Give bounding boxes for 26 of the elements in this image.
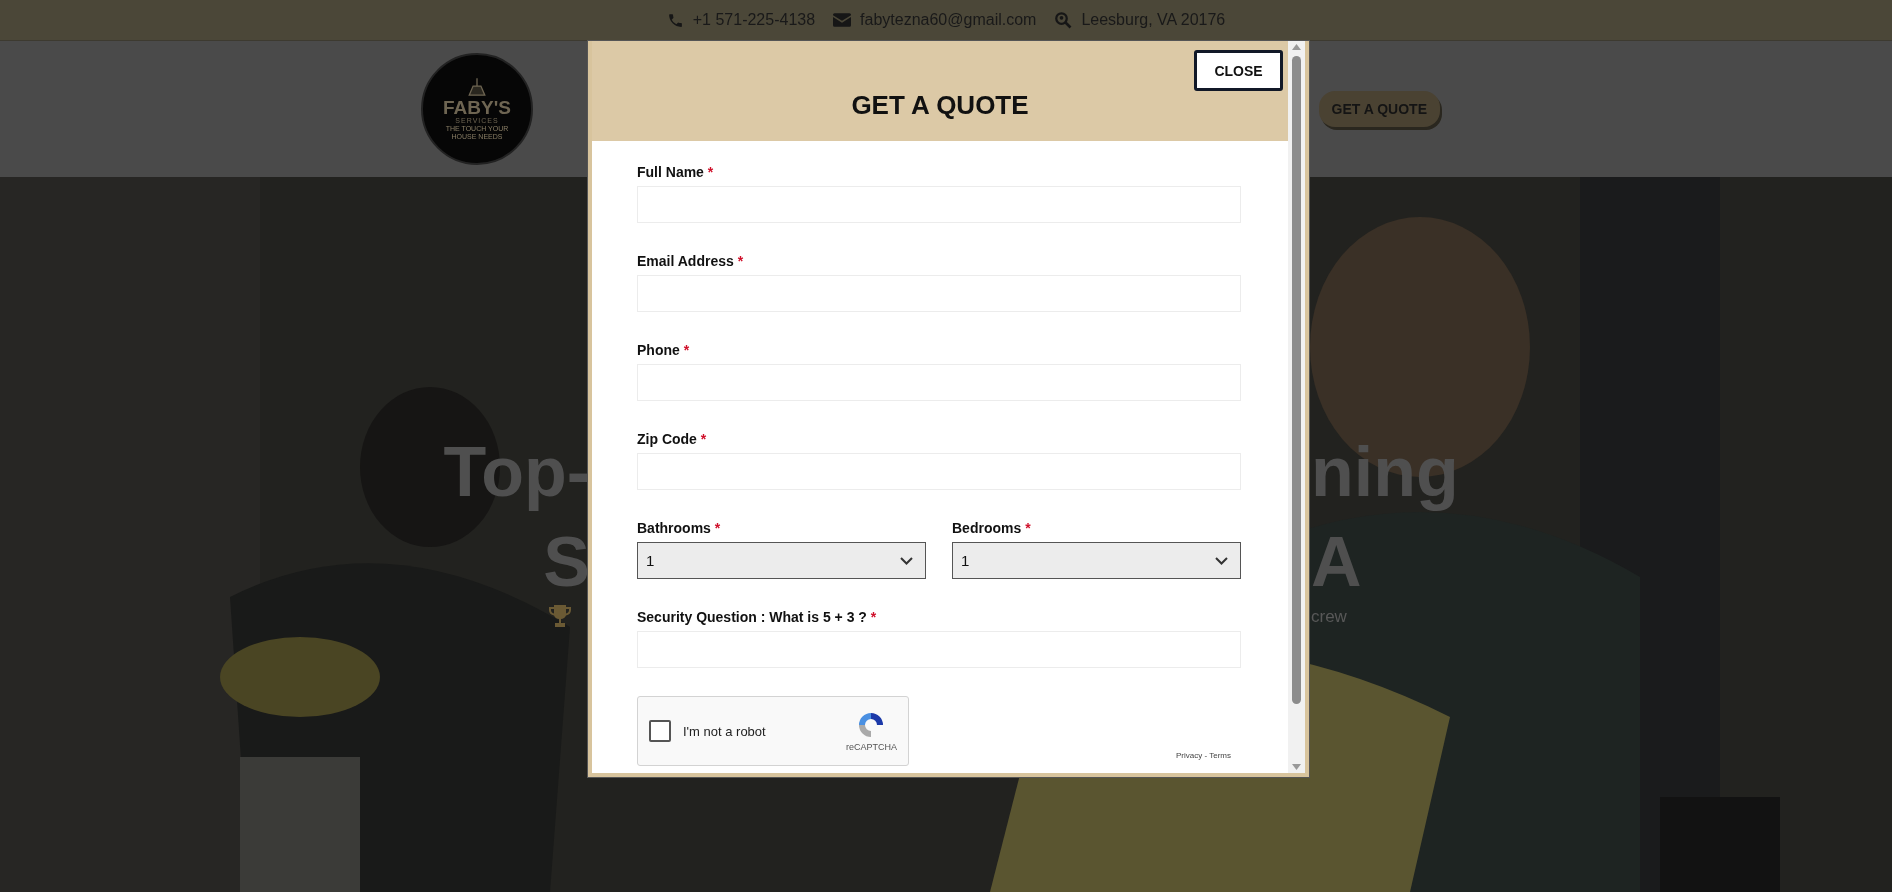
trophy-icon <box>548 605 572 627</box>
select-field[interactable]: 1 <box>952 542 1241 579</box>
checkbox[interactable] <box>649 720 671 742</box>
logo-title: FABY'S <box>443 97 511 117</box>
close-button[interactable]: CLOSE <box>1194 50 1283 91</box>
hero-tagline: crew <box>1311 607 1347 627</box>
chevron-down-icon <box>900 556 913 565</box>
field-label: Email Address * <box>637 253 745 269</box>
scroll-down-arrow-icon[interactable] <box>1292 764 1301 770</box>
select-field[interactable]: 1 <box>637 542 926 579</box>
scroll-up-arrow-icon[interactable] <box>1292 44 1301 50</box>
map-search-icon <box>1054 11 1073 29</box>
modal-title: GET A QUOTE <box>851 90 1029 121</box>
captcha-brand: reCAPTCHA <box>846 742 897 752</box>
field-label: Zip Code * <box>637 431 708 447</box>
envelope-icon <box>833 13 852 27</box>
field-label: Bedrooms * <box>952 520 1032 536</box>
privacy-terms-link[interactable]: Privacy - Terms <box>1176 751 1231 760</box>
captcha-label: I'm not a robot <box>683 723 767 739</box>
field-label: Phone * <box>637 342 691 358</box>
scrollbar[interactable] <box>1288 41 1305 773</box>
chevron-down-icon <box>1215 556 1228 565</box>
field-label: Full Name * <box>637 164 715 180</box>
phone-icon <box>666 11 684 29</box>
field-label: Bathrooms * <box>637 520 722 536</box>
field-label: Security Question : What is 5 + 3 ? * <box>637 609 878 625</box>
